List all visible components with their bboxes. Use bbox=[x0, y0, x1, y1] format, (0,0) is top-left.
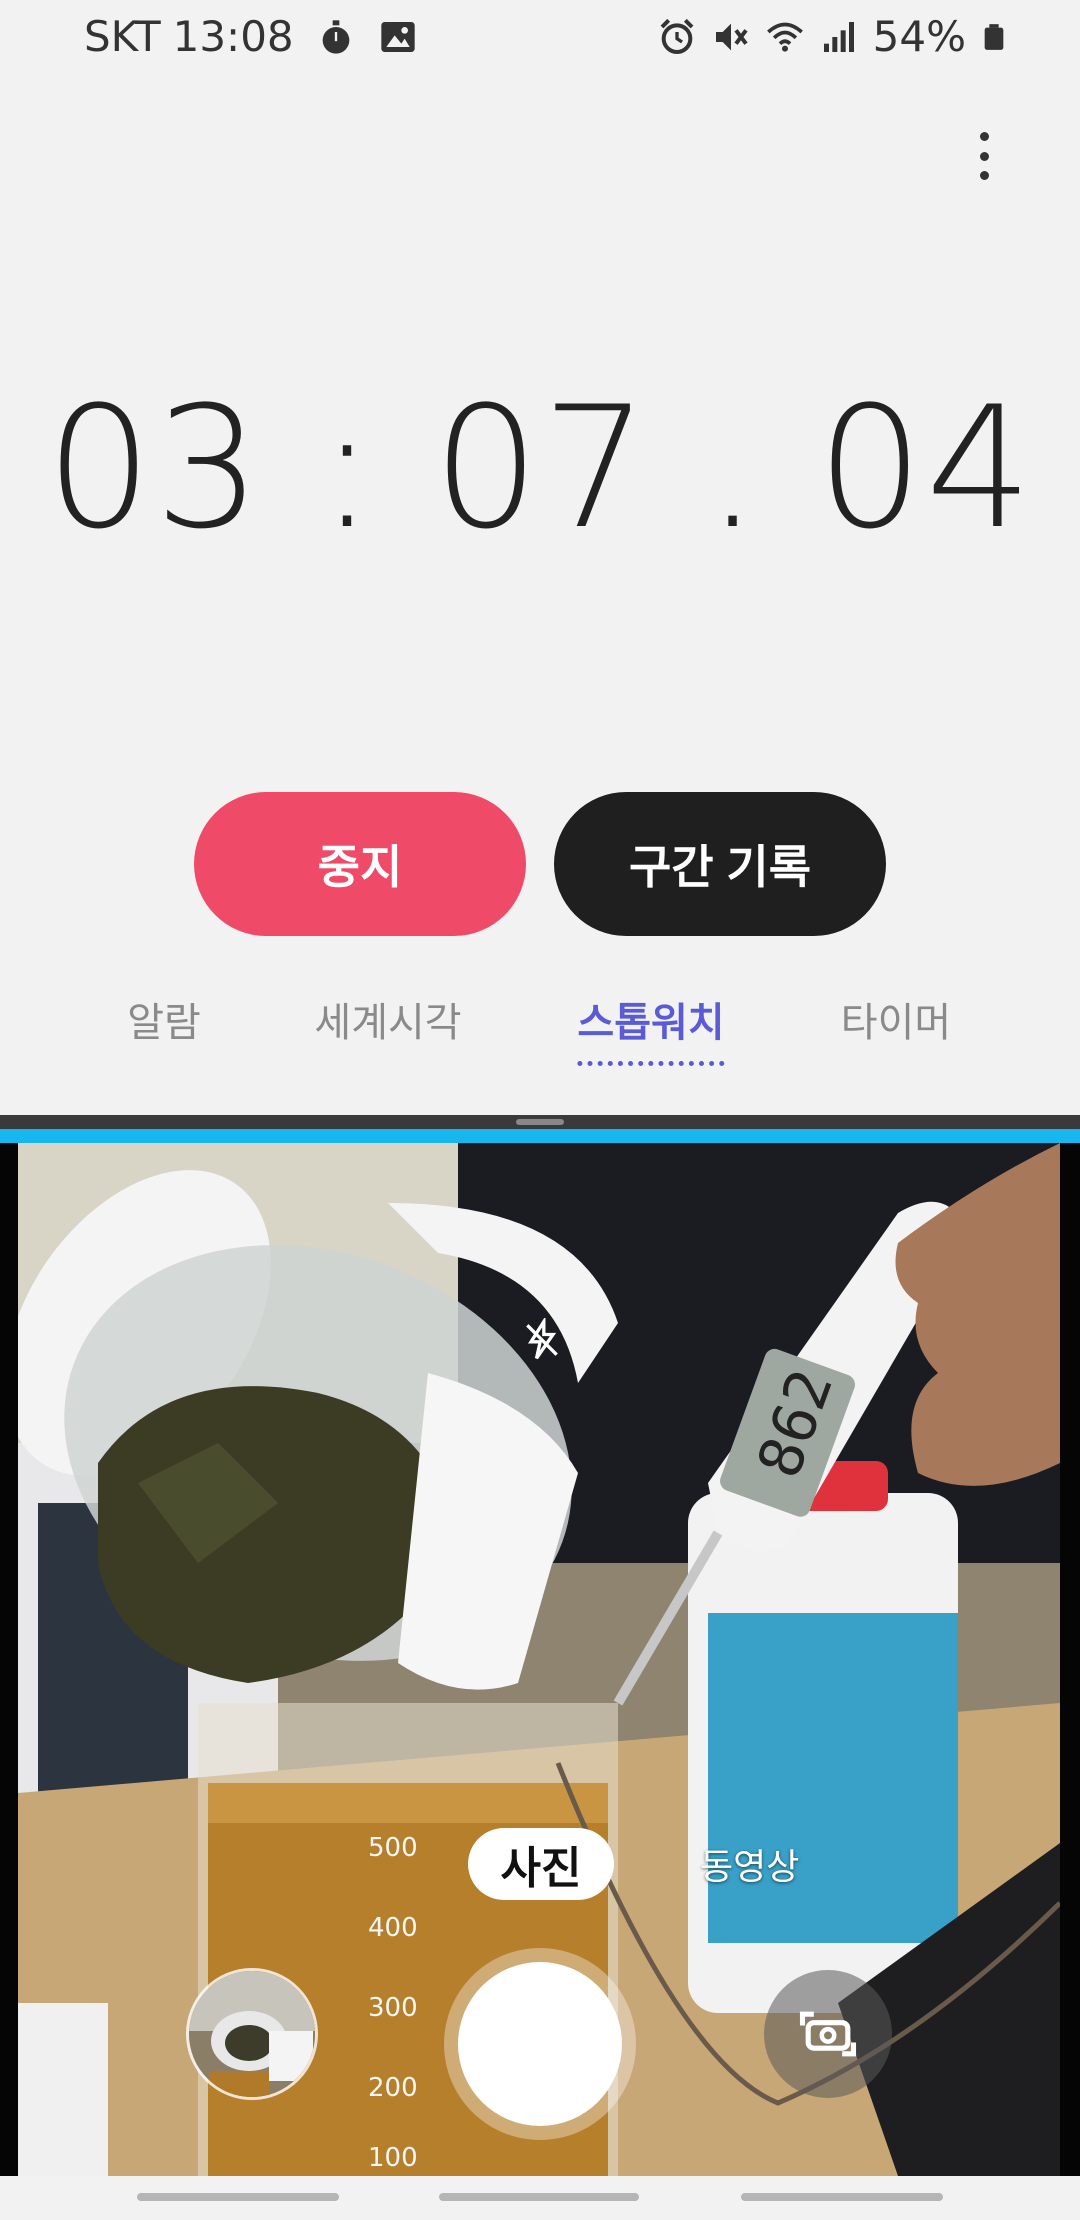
carrier-label: SKT bbox=[84, 12, 161, 61]
battery-percent: 54% bbox=[872, 12, 966, 61]
svg-text:200: 200 bbox=[368, 2073, 418, 2103]
tab-world-clock[interactable]: 세계시각 bbox=[314, 990, 461, 1048]
alarm-icon bbox=[660, 18, 694, 54]
gallery-icon bbox=[380, 21, 415, 52]
svg-text:500: 500 bbox=[368, 1833, 418, 1863]
navigation-bar bbox=[0, 2176, 1080, 2220]
nav-recents-button[interactable] bbox=[137, 2193, 339, 2201]
svg-text:400: 400 bbox=[368, 1913, 418, 1943]
clock-time: 13:08 bbox=[172, 12, 294, 61]
gallery-thumbnail-image bbox=[189, 1971, 315, 2097]
active-window-indicator bbox=[0, 1129, 1080, 1143]
nav-home-button[interactable] bbox=[439, 2193, 639, 2201]
battery-icon bbox=[984, 23, 1004, 50]
stop-button[interactable]: 중지 bbox=[194, 792, 526, 936]
stopwatch-elapsed-time: 03 : 07 . 04 bbox=[45, 370, 1035, 566]
more-options-icon bbox=[979, 132, 989, 141]
gallery-thumbnail-button[interactable] bbox=[186, 1968, 318, 2100]
photo-mode-button[interactable]: 사진 bbox=[468, 1828, 614, 1900]
more-options-button[interactable] bbox=[960, 128, 1008, 184]
nav-back-button[interactable] bbox=[741, 2193, 943, 2201]
divider-handle[interactable] bbox=[516, 1119, 564, 1125]
lap-button[interactable]: 구간 기록 bbox=[554, 792, 886, 936]
wifi-icon bbox=[766, 22, 803, 52]
svg-text:100: 100 bbox=[368, 2143, 418, 2173]
vibrate-mute-icon bbox=[715, 23, 748, 50]
shutter-button[interactable] bbox=[458, 1962, 622, 2126]
signal-icon bbox=[823, 21, 854, 52]
tab-alarm[interactable]: 알람 bbox=[127, 990, 201, 1048]
video-mode-button[interactable]: 동영상 bbox=[700, 1838, 799, 1890]
stopwatch-icon bbox=[322, 19, 349, 54]
switch-camera-button[interactable] bbox=[764, 1970, 892, 2098]
clock-tab-bar: 알람 세계시각 스톱워치 타이머 bbox=[0, 990, 1080, 1070]
status-bar: SKT 13:08 54% bbox=[0, 0, 1080, 76]
tab-stopwatch[interactable]: 스톱워치 bbox=[577, 990, 725, 1066]
switch-camera-icon bbox=[799, 2011, 857, 2057]
svg-text:300: 300 bbox=[368, 1993, 418, 2023]
tab-timer[interactable]: 타이머 bbox=[841, 990, 951, 1048]
flash-off-icon[interactable] bbox=[520, 1318, 564, 1362]
